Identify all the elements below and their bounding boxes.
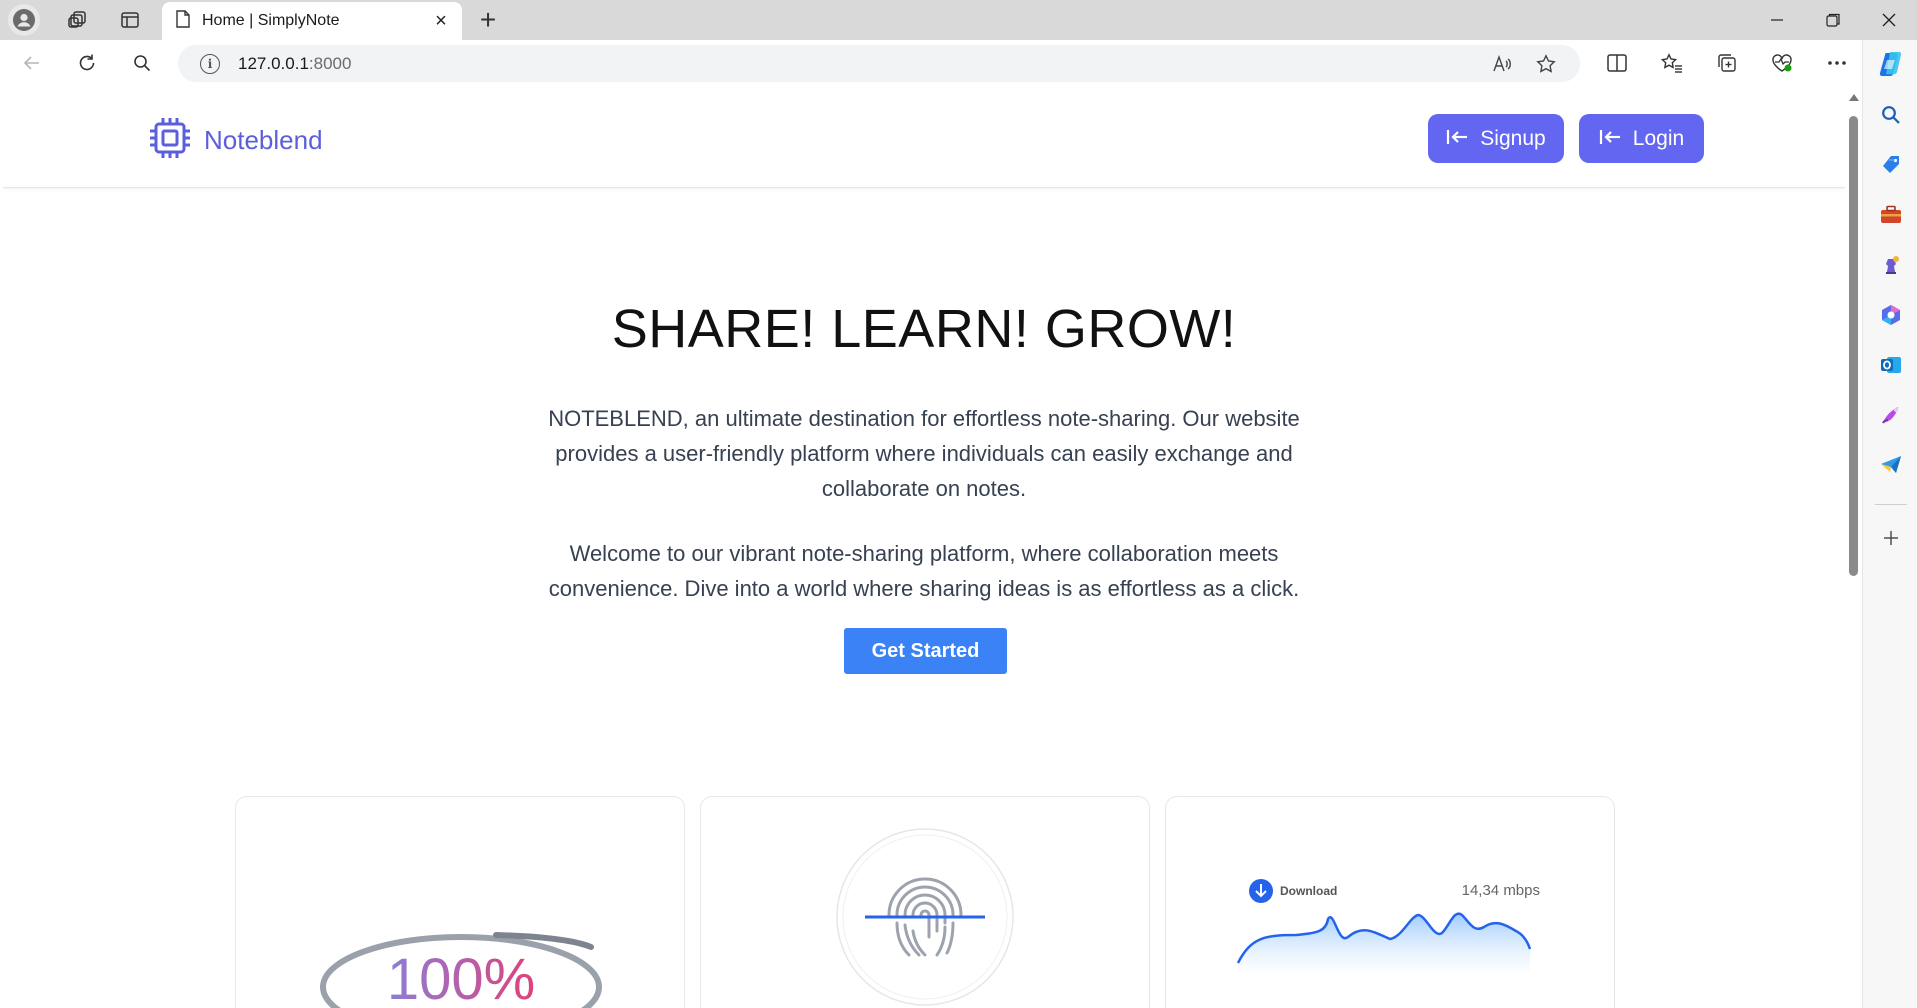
add-icon[interactable] bbox=[1879, 526, 1903, 550]
signup-button[interactable]: Signup bbox=[1428, 114, 1564, 163]
games-chess-icon[interactable] bbox=[1879, 253, 1903, 277]
profile-icon[interactable] bbox=[8, 4, 40, 36]
split-screen-icon[interactable] bbox=[1599, 45, 1635, 81]
fingerprint-illustration bbox=[836, 828, 1014, 1006]
refresh-icon[interactable] bbox=[69, 45, 105, 81]
sidebar-separator bbox=[1875, 504, 1907, 505]
read-aloud-icon[interactable] bbox=[1484, 45, 1520, 82]
shopping-tag-icon[interactable] bbox=[1879, 153, 1903, 177]
close-tab-icon[interactable]: × bbox=[430, 10, 452, 32]
page-icon bbox=[176, 9, 190, 33]
signup-label: Signup bbox=[1480, 126, 1546, 150]
hero-paragraph-2: Welcome to our vibrant note-sharing plat… bbox=[548, 541, 1300, 601]
chip-logo-icon bbox=[148, 116, 192, 165]
download-label: Download bbox=[1280, 884, 1337, 898]
new-tab-icon[interactable]: + bbox=[470, 2, 506, 38]
browser-tab-active[interactable]: Home | SimplyNote × bbox=[162, 2, 462, 40]
back-icon[interactable] bbox=[14, 45, 50, 81]
hero-title: SHARE! LEARN! GROW! bbox=[611, 299, 1237, 359]
feature-card-percent: 100% bbox=[235, 796, 685, 1008]
hero-paragraph-1: NOTEBLEND, an ultimate destination for e… bbox=[548, 406, 1300, 501]
download-speed-value: 14,34 mbps bbox=[1462, 882, 1540, 899]
page-scrollbar[interactable] bbox=[1845, 88, 1862, 1008]
signin-arrow-icon bbox=[1599, 127, 1621, 151]
login-label: Login bbox=[1632, 126, 1685, 150]
scroll-up-arrow-icon[interactable] bbox=[1849, 94, 1859, 101]
login-button[interactable]: Login bbox=[1579, 114, 1704, 163]
brand-logo[interactable]: Noteblend bbox=[148, 116, 323, 165]
close-window-icon[interactable] bbox=[1862, 0, 1916, 40]
browser-tab-bar: Home | SimplyNote × + bbox=[0, 0, 1917, 40]
feature-card-fingerprint bbox=[700, 796, 1150, 1008]
favorite-star-icon[interactable] bbox=[1528, 45, 1564, 82]
get-started-button[interactable]: Get Started bbox=[844, 628, 1007, 674]
send-telegram-icon[interactable] bbox=[1879, 453, 1903, 477]
workspaces-icon[interactable] bbox=[60, 2, 96, 38]
designer-icon[interactable] bbox=[1879, 403, 1903, 427]
signin-arrow-icon bbox=[1446, 127, 1468, 151]
download-chart-illustration: Download 14,34 mbps bbox=[1236, 879, 1540, 972]
restore-icon[interactable] bbox=[1806, 0, 1860, 40]
collections-icon[interactable] bbox=[1709, 45, 1745, 81]
brand-name: Noteblend bbox=[204, 125, 323, 155]
feature-card-download-speed: Download 14,34 mbps bbox=[1165, 796, 1615, 1008]
tab-actions-icon[interactable] bbox=[112, 2, 148, 38]
address-bar[interactable]: i 127.0.0.1:8000 bbox=[178, 45, 1580, 82]
favorites-icon[interactable] bbox=[1654, 45, 1690, 81]
percent-ring-illustration: 100% bbox=[320, 932, 602, 1008]
microsoft-365-icon[interactable] bbox=[1879, 303, 1903, 327]
outlook-icon[interactable] bbox=[1879, 353, 1903, 377]
minimize-icon[interactable] bbox=[1750, 0, 1804, 40]
browser-essentials-icon[interactable] bbox=[1764, 45, 1800, 81]
site-info-icon[interactable]: i bbox=[200, 53, 220, 74]
scroll-thumb[interactable] bbox=[1849, 116, 1858, 576]
site-header: Noteblend Signup Login bbox=[3, 88, 1845, 188]
tools-briefcase-icon[interactable] bbox=[1879, 203, 1903, 227]
search-icon[interactable] bbox=[124, 45, 160, 81]
percent-value: 100% bbox=[387, 947, 535, 1008]
edge-sidebar bbox=[1862, 40, 1917, 1008]
address-url[interactable]: 127.0.0.1:8000 bbox=[238, 54, 351, 74]
search-icon[interactable] bbox=[1879, 103, 1903, 127]
tab-title: Home | SimplyNote bbox=[202, 12, 340, 29]
more-options-icon[interactable] bbox=[1819, 45, 1855, 81]
web-page: Noteblend Signup Login SHARE! LEARN! GRO… bbox=[3, 88, 1845, 1008]
copilot-icon[interactable] bbox=[1877, 50, 1905, 78]
